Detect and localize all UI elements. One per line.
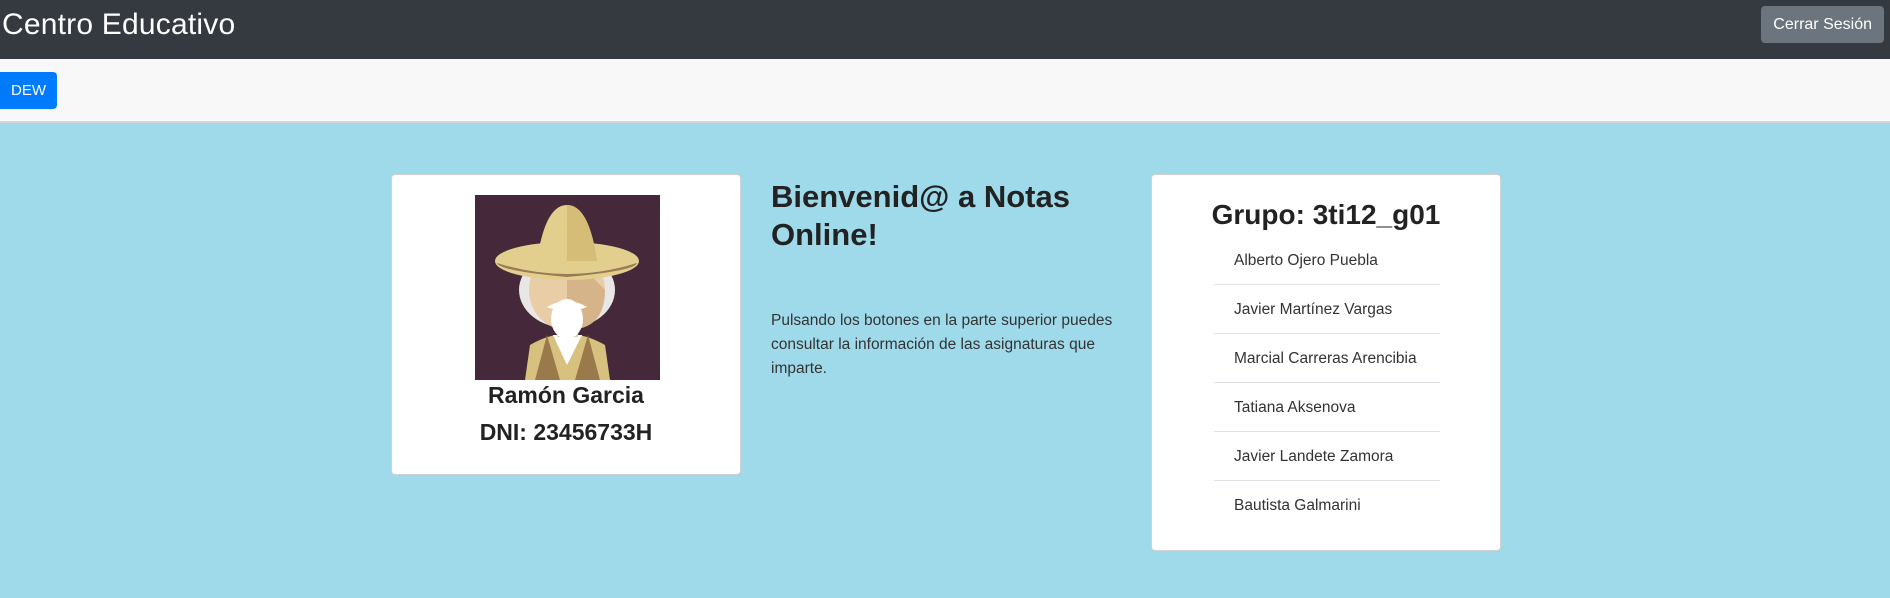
- avatar: [475, 195, 660, 380]
- logout-button[interactable]: Cerrar Sesión: [1761, 6, 1884, 43]
- group-card: Grupo: 3ti12_g01 Alberto Ojero Puebla Ja…: [1151, 174, 1501, 551]
- student-list-item: Tatiana Aksenova: [1214, 383, 1440, 432]
- sombrero-man-avatar-icon: [475, 195, 660, 380]
- subject-button-dew[interactable]: DEW: [0, 72, 57, 109]
- student-list-item: Alberto Ojero Puebla: [1214, 236, 1440, 285]
- student-list-item: Bautista Galmarini: [1234, 497, 1361, 514]
- student-list-item: Javier Landete Zamora: [1214, 432, 1440, 481]
- welcome-text: Pulsando los botones en la parte superio…: [771, 312, 1113, 377]
- top-navbar: Centro Educativo Cerrar Sesión: [0, 0, 1890, 59]
- profile-card: Ramón Garcia DNI: 23456733H: [391, 174, 741, 475]
- student-list-item: Marcial Carreras Arencibia: [1214, 334, 1440, 383]
- brand-title[interactable]: Centro Educativo: [2, 8, 235, 42]
- teacher-dni: DNI: 23456733H: [479, 419, 653, 445]
- group-title: Grupo: 3ti12_g01: [1211, 199, 1441, 230]
- student-list-item: Javier Martínez Vargas: [1214, 285, 1440, 334]
- teacher-name: Ramón Garcia: [488, 382, 644, 408]
- welcome-section: Bienvenid@ a Notas Online! Pulsando los …: [771, 178, 1131, 377]
- welcome-title: Bienvenid@ a Notas Online!: [771, 179, 1070, 252]
- student-list: Alberto Ojero Puebla Javier Martínez Var…: [1214, 236, 1440, 530]
- subject-toolbar: DEW: [0, 59, 1890, 123]
